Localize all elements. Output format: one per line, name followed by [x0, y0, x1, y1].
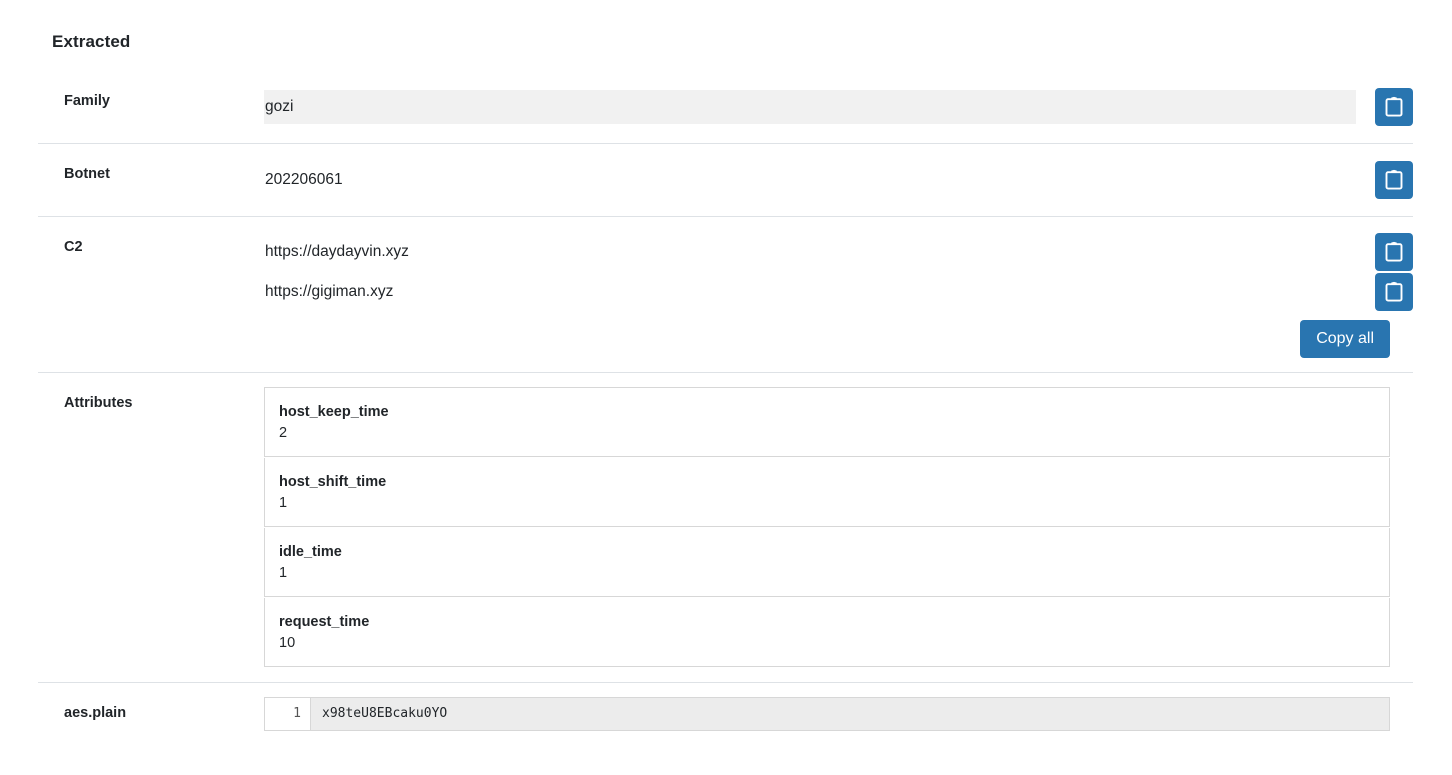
clipboard-icon	[1384, 96, 1404, 118]
c2-value: https://gigiman.xyz	[265, 283, 394, 300]
table-row-aes-plain: aes.plain 1 x98teU8EBcaku0YO	[38, 682, 1413, 747]
attributes-list: host_keep_time 2 host_shift_time 1 idle_…	[264, 373, 1390, 682]
attribute-key: idle_time	[279, 544, 342, 560]
page-title: Extracted	[52, 32, 131, 51]
row-content-botnet: 202206061	[264, 144, 1413, 216]
attribute-key: host_keep_time	[279, 404, 389, 420]
c2-entry: https://gigiman.xyz	[264, 273, 1413, 311]
row-label-attributes: Attributes	[64, 395, 133, 411]
row-label-c2: C2	[64, 239, 83, 255]
c2-actions: Copy all	[264, 320, 1413, 358]
attribute-value: 2	[279, 425, 288, 441]
table-row-botnet: Botnet 202206061	[38, 143, 1413, 216]
list-item: host_keep_time 2	[264, 387, 1390, 457]
list-item: request_time 10	[264, 598, 1390, 667]
attribute-key: host_shift_time	[279, 474, 387, 490]
list-item: host_shift_time 1	[264, 458, 1390, 527]
copy-all-button[interactable]: Copy all	[1300, 320, 1390, 358]
attribute-key: request_time	[279, 614, 370, 630]
c2-value: https://daydayvin.xyz	[265, 243, 409, 260]
table-row-family: Family gozi	[38, 71, 1413, 143]
row-content-family: gozi	[264, 71, 1413, 143]
row-label-family: Family	[64, 93, 110, 109]
row-label-aes-plain: aes.plain	[64, 705, 127, 721]
code-block[interactable]: 1 x98teU8EBcaku0YO	[264, 697, 1390, 731]
extracted-fields-table: Family gozi Botnet 202206061 C2 https://…	[38, 71, 1413, 747]
row-content-c2: https://daydayvin.xyz https://gigiman.xy…	[264, 217, 1413, 372]
table-row-c2: C2 https://daydayvin.xyz https://gigiman…	[38, 216, 1413, 372]
clipboard-icon	[1384, 169, 1404, 191]
c2-entry: https://daydayvin.xyz	[264, 233, 1413, 271]
clipboard-icon	[1384, 281, 1404, 303]
code-line-content: x98teU8EBcaku0YO	[322, 706, 448, 721]
extracted-config-panel: Extracted Family gozi Botnet 202206061 C…	[0, 0, 1452, 775]
family-value: gozi	[264, 90, 1356, 124]
table-row-attributes: Attributes host_keep_time 2 host_shift_t…	[38, 372, 1413, 682]
attribute-value: 1	[279, 565, 288, 581]
copy-family-button[interactable]	[1375, 88, 1413, 126]
clipboard-icon	[1384, 241, 1404, 263]
copy-c2-button-2[interactable]	[1375, 273, 1413, 311]
copy-c2-button-1[interactable]	[1375, 233, 1413, 271]
row-content-aes-plain: 1 x98teU8EBcaku0YO	[264, 683, 1413, 747]
row-label-botnet: Botnet	[64, 166, 110, 182]
row-content-attributes: host_keep_time 2 host_shift_time 1 idle_…	[264, 373, 1413, 682]
botnet-value: 202206061	[265, 171, 343, 188]
attribute-value: 1	[279, 495, 288, 511]
code-line-number: 1	[265, 698, 311, 730]
list-item: idle_time 1	[264, 528, 1390, 597]
copy-botnet-button[interactable]	[1375, 161, 1413, 199]
attribute-value: 10	[279, 635, 296, 651]
